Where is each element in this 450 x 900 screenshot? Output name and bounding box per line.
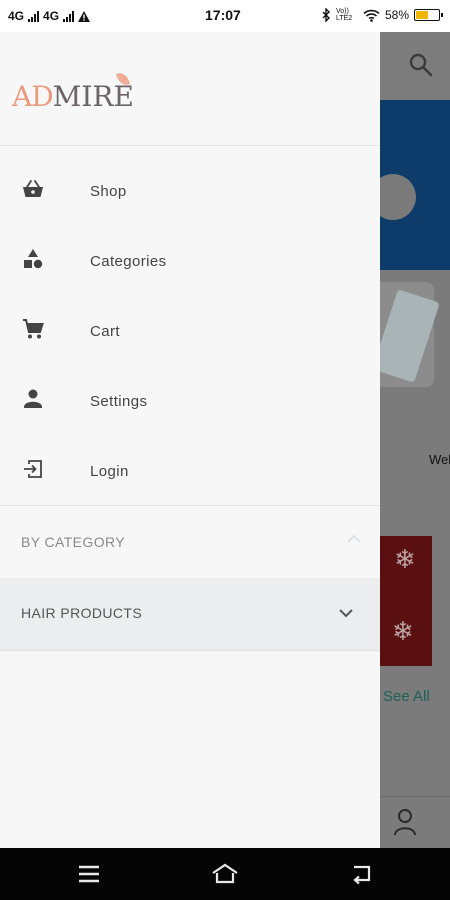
navigation-drawer: AD MIRE Shop Categories Cart Settings Log…	[0, 32, 380, 848]
wifi-icon	[363, 9, 380, 22]
see-all-link: See All	[383, 688, 430, 705]
person-icon	[394, 809, 416, 836]
network-type-2: 4G	[43, 9, 60, 23]
menu-item-shop[interactable]: Shop	[0, 156, 380, 226]
signal-icon	[63, 10, 75, 22]
chevron-down-icon	[339, 609, 353, 618]
person-icon	[24, 389, 42, 408]
by-category-header[interactable]: BY CATEGORY	[0, 506, 380, 578]
menu-item-label: Settings	[90, 392, 148, 410]
menu-icon[interactable]	[75, 860, 103, 888]
background-partial-text: Wel	[429, 452, 450, 467]
snowflake-icon: ❄	[392, 616, 414, 646]
snowflake-icon: ❄	[394, 544, 416, 574]
shapes-icon	[24, 249, 43, 269]
battery-percent: 58%	[384, 8, 409, 22]
menu-item-login[interactable]: Login	[0, 436, 380, 506]
menu-item-cart[interactable]: Cart	[0, 296, 380, 366]
menu-item-categories[interactable]: Categories	[0, 226, 380, 296]
bluetooth-icon	[322, 8, 330, 22]
warning-icon	[78, 10, 91, 22]
menu-item-label: Cart	[90, 322, 120, 340]
logo-prefix: AD	[12, 80, 54, 113]
background-divider	[380, 796, 450, 797]
menu-item-label: Categories	[90, 252, 167, 270]
network-indicators: 4G 4G	[8, 9, 91, 23]
clock: 17:07	[205, 7, 241, 23]
system-nav-bar	[0, 848, 450, 900]
menu-item-label: Shop	[90, 182, 127, 200]
background-category-image: ❄ ❄	[380, 536, 432, 666]
login-icon	[24, 460, 42, 478]
network-type-1: 4G	[8, 9, 25, 23]
logo-suffix: MIRE	[52, 80, 134, 113]
system-indicators: Vo)) LTE2 58%	[322, 8, 443, 22]
status-bar: 4G 4G 17:07 Vo)) LTE2 58%	[0, 0, 450, 32]
basket-icon	[23, 180, 43, 197]
drawer-divider	[0, 145, 380, 146]
cart-icon	[23, 319, 44, 339]
home-icon[interactable]	[211, 860, 239, 888]
signal-icon	[28, 10, 40, 22]
back-icon[interactable]	[348, 860, 376, 888]
menu-item-label: Login	[90, 462, 129, 480]
category-label: HAIR PRODUCTS	[21, 605, 143, 621]
drawer-divider	[0, 650, 380, 651]
chevron-up-icon	[347, 534, 361, 543]
admire-logo: AD MIRE	[12, 70, 134, 120]
menu-item-settings[interactable]: Settings	[0, 366, 380, 436]
battery-icon	[414, 9, 443, 21]
category-hair-products[interactable]: HAIR PRODUCTS	[0, 578, 380, 650]
section-title: BY CATEGORY	[21, 534, 125, 550]
volte-indicator: Vo)) LTE2	[335, 8, 353, 22]
search-icon	[409, 53, 433, 77]
